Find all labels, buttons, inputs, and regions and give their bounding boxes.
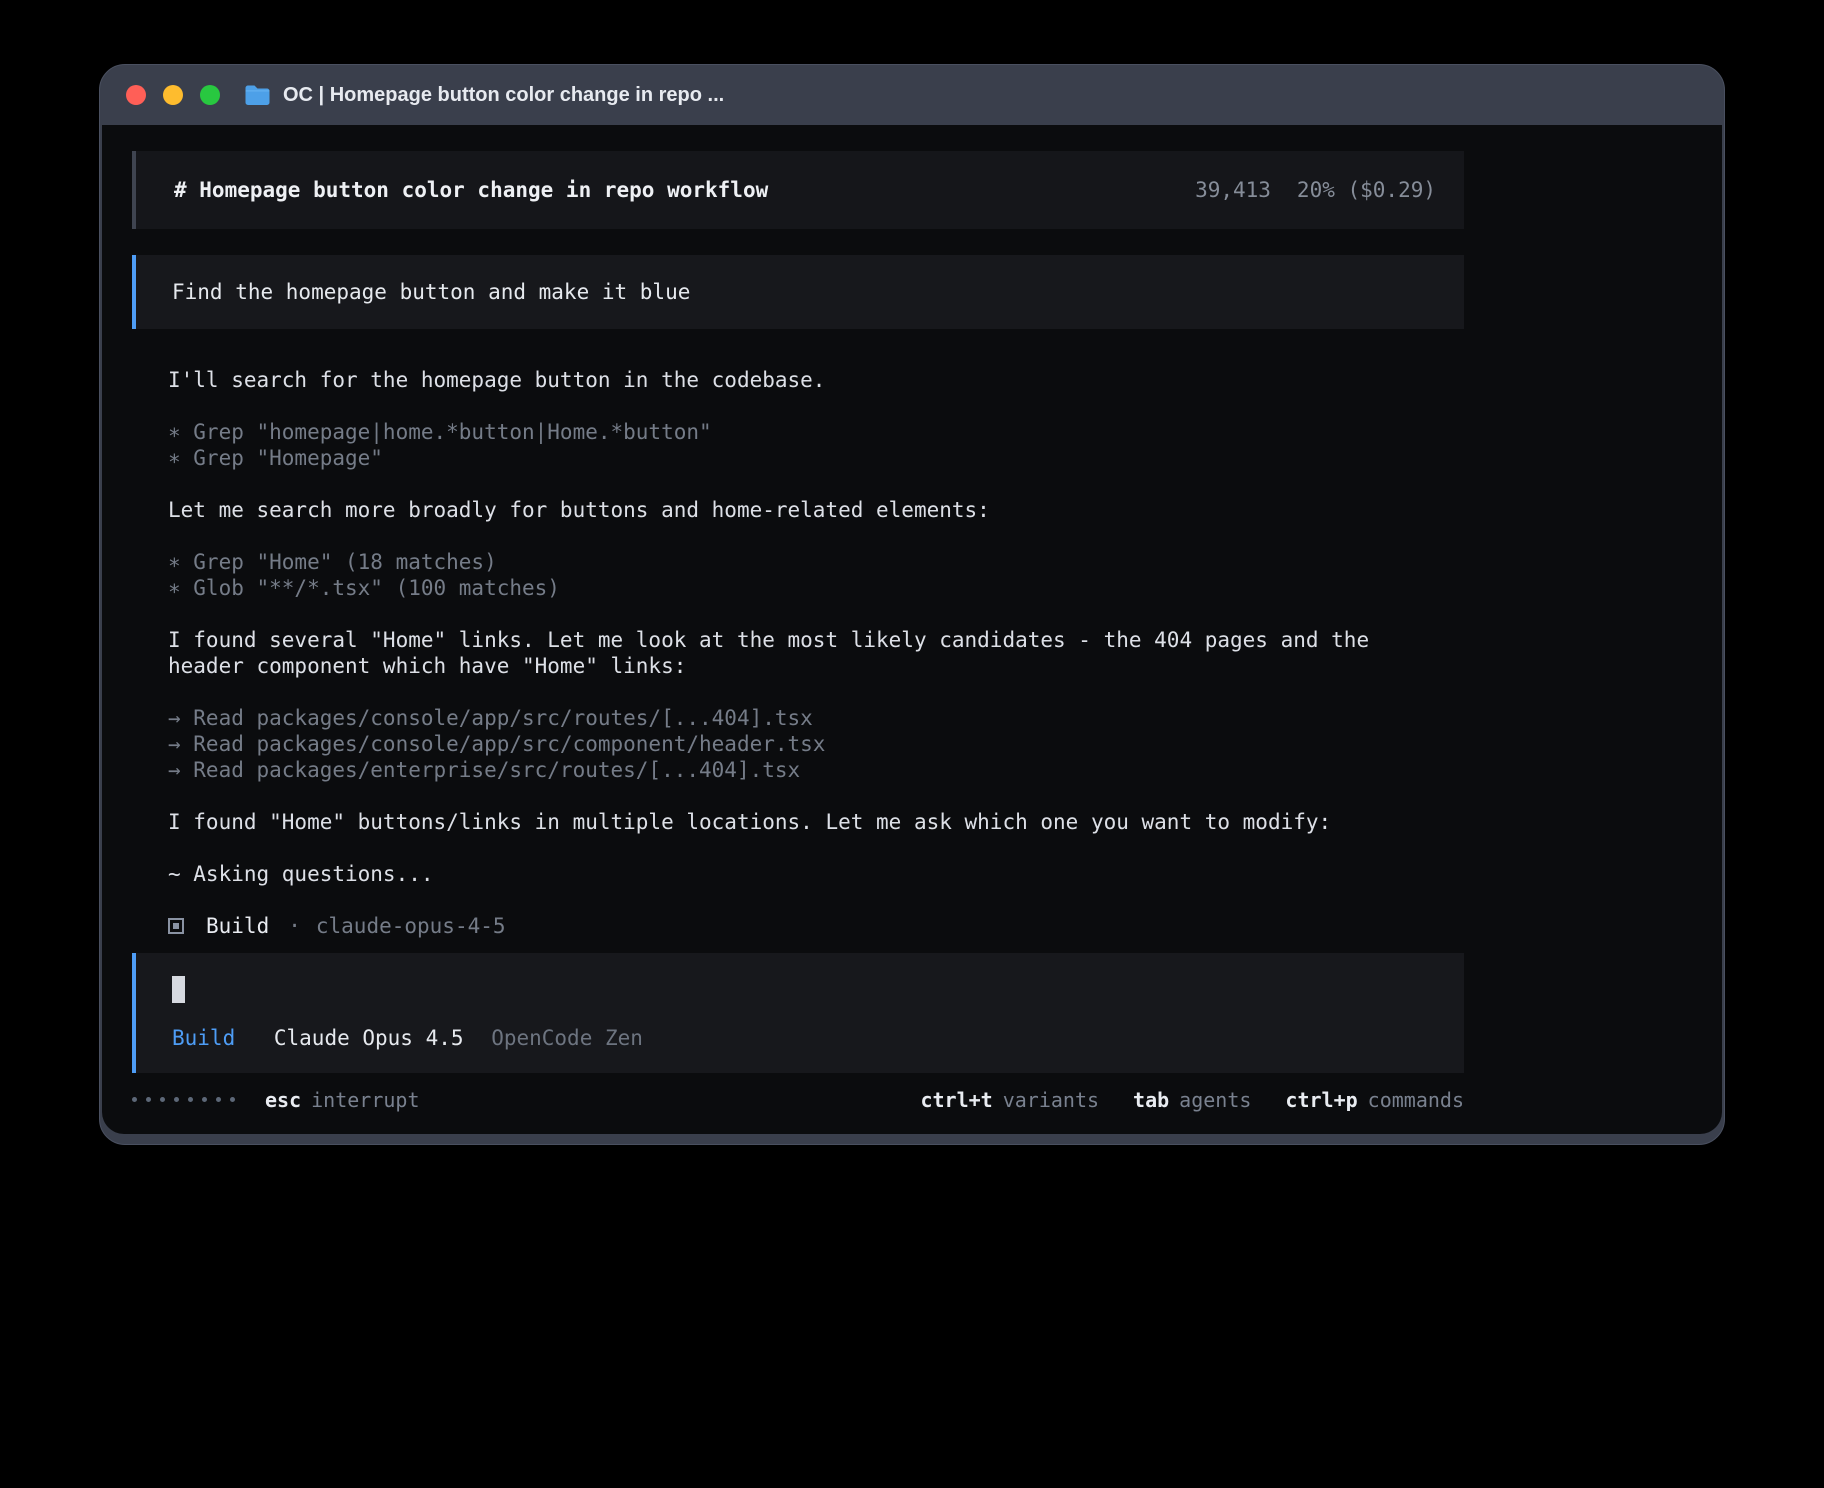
agent-status-icon (168, 918, 184, 934)
assistant-text-line: I'll search for the homepage button in t… (168, 367, 1464, 393)
hint-key: tab (1133, 1088, 1169, 1112)
tool-call-group: ∗ Grep "Home" (18 matches) ∗ Glob "**/*.… (168, 549, 1464, 601)
status-bar: esc interrupt ctrl+t variants tab agents ct… (132, 1087, 1464, 1113)
assistant-working-message: ~ Asking questions... (168, 861, 1464, 887)
assistant-message: I'll search for the homepage button in t… (168, 367, 1464, 393)
minimize-button[interactable] (163, 85, 183, 105)
user-message-text: Find the homepage button and make it blu… (172, 280, 690, 304)
assistant-text-line: Let me search more broadly for buttons a… (168, 497, 1464, 523)
terminal-window: OC | Homepage button color change in rep… (99, 64, 1725, 1145)
transcript: I'll search for the homepage button in t… (168, 367, 1464, 939)
text-cursor (172, 976, 185, 1003)
token-count: 39,413 (1195, 177, 1271, 203)
tool-call-line: ∗ Grep "Homepage" (168, 445, 1464, 471)
tool-call-line: ∗ Glob "**/*.tsx" (100 matches) (168, 575, 1464, 601)
hint-key: ctrl+t (920, 1088, 992, 1112)
tool-call-group: → Read packages/console/app/src/routes/[… (168, 705, 1464, 783)
maximize-button[interactable] (200, 85, 220, 105)
input-mode-line: Build Claude Opus 4.5 OpenCode Zen (172, 1025, 1436, 1051)
tool-call-line: → Read packages/console/app/src/componen… (168, 731, 1464, 757)
terminal-content: # Homepage button color change in repo w… (102, 125, 1722, 1134)
agent-name: Build (206, 913, 269, 939)
hint-label: commands (1368, 1088, 1464, 1112)
interrupt-hint: esc interrupt (265, 1087, 420, 1113)
hint-commands: ctrl+p commands (1285, 1087, 1464, 1113)
hint-key: ctrl+p (1285, 1088, 1357, 1112)
tool-call-line: ∗ Grep "Home" (18 matches) (168, 549, 1464, 575)
tool-call-group: ∗ Grep "homepage|home.*button|Home.*butt… (168, 419, 1464, 471)
hint-label: variants (1003, 1088, 1099, 1112)
window-controls (126, 85, 220, 105)
window-title: OC | Homepage button color change in rep… (283, 84, 724, 107)
context-usage: 20% ($0.29) (1297, 177, 1436, 203)
model-label[interactable]: Claude Opus 4.5 (274, 1026, 464, 1050)
tool-call-line: → Read packages/console/app/src/routes/[… (168, 705, 1464, 731)
spinner-dots-icon (132, 1097, 235, 1102)
tool-call-line: ∗ Grep "homepage|home.*button|Home.*butt… (168, 419, 1464, 445)
hint-variants: ctrl+t variants (920, 1087, 1099, 1113)
hint-label: agents (1179, 1088, 1251, 1112)
interrupt-label: interrupt (311, 1088, 419, 1112)
session-header: # Homepage button color change in repo w… (132, 151, 1464, 229)
user-message: Find the homepage button and make it blu… (132, 255, 1464, 329)
assistant-text-line: I found "Home" buttons/links in multiple… (168, 809, 1464, 835)
tool-call-line: → Read packages/enterprise/src/routes/[.… (168, 757, 1464, 783)
assistant-message: Let me search more broadly for buttons a… (168, 497, 1464, 523)
desktop: OC | Homepage button color change in rep… (0, 0, 1824, 1488)
assistant-message: I found several "Home" links. Let me loo… (168, 627, 1430, 679)
assistant-text-line: I found several "Home" links. Let me loo… (168, 627, 1430, 679)
status-separator: · (288, 913, 301, 939)
agent-model: claude-opus-4-5 (316, 913, 506, 939)
session-title: # Homepage button color change in repo w… (174, 177, 768, 203)
agent-status-line: Build · claude-opus-4-5 (168, 913, 1464, 939)
assistant-message: I found "Home" buttons/links in multiple… (168, 809, 1464, 835)
folder-icon (244, 84, 271, 106)
interrupt-key: esc (265, 1088, 301, 1112)
close-button[interactable] (126, 85, 146, 105)
session-stats: 39,413 20% ($0.29) (1195, 177, 1436, 203)
hint-agents: tab agents (1133, 1087, 1251, 1113)
keyboard-hints: ctrl+t variants tab agents ctrl+p commands (886, 1087, 1464, 1113)
mode-label[interactable]: Build (172, 1026, 235, 1050)
assistant-text-line: ~ Asking questions... (168, 861, 1464, 887)
titlebar: OC | Homepage button color change in rep… (100, 65, 1724, 125)
prompt-input[interactable]: Build Claude Opus 4.5 OpenCode Zen (132, 953, 1464, 1073)
provider-label: OpenCode Zen (491, 1026, 643, 1050)
